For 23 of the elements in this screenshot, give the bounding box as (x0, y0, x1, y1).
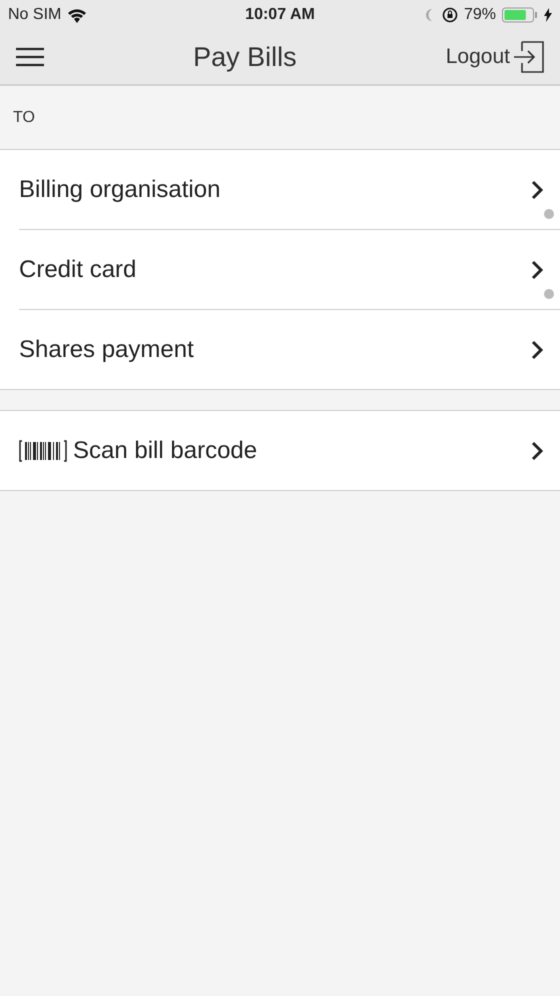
list-item-label[interactable]: Credit card (19, 256, 136, 284)
list-item-label[interactable]: Billing organisation (19, 176, 220, 204)
list-item-label[interactable]: Shares payment (19, 336, 194, 364)
carrier: No SIM (8, 6, 62, 24)
chevron-icon (530, 180, 544, 200)
clock: 10:07 AM (245, 6, 315, 24)
page-title: Pay Bills (193, 42, 297, 72)
wifi-icon (67, 8, 88, 22)
charging-icon (544, 8, 552, 22)
menu-icon[interactable] (16, 47, 44, 67)
rotation-lock-icon (442, 7, 458, 23)
section-header: TO (12, 108, 36, 128)
logout-button[interactable]: Logout (446, 41, 544, 73)
barcode-icon (19, 438, 67, 462)
chevron-icon (530, 260, 544, 280)
indicator-dot (544, 209, 554, 219)
chevron-icon (530, 340, 544, 360)
indicator-dot (544, 289, 554, 299)
battery-icon (502, 7, 538, 23)
logout-icon (514, 41, 544, 73)
list-item-label[interactable]: Scan bill barcode (73, 436, 258, 464)
chevron-icon (530, 440, 544, 460)
battery-percent: 79% (464, 6, 496, 24)
